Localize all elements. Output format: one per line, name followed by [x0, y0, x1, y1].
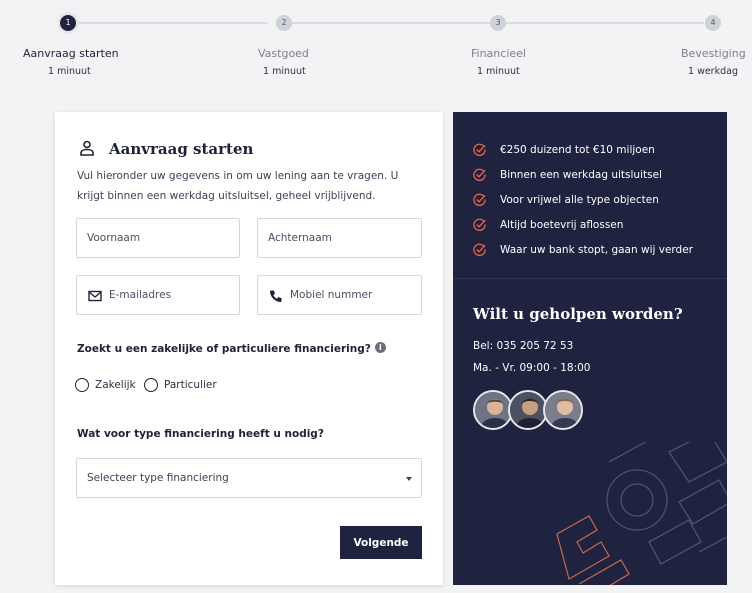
- decorative-logo-pattern: [556, 442, 727, 585]
- contact-phone[interactable]: Bel: 035 205 72 53: [473, 340, 573, 352]
- step-2-duration: 1 minuut: [263, 66, 306, 77]
- financing-question: Zoekt u een zakelijke of particuliere fi…: [77, 342, 386, 355]
- radio-business-label[interactable]: Zakelijk: [95, 379, 136, 391]
- first-name-field[interactable]: [76, 218, 240, 258]
- check-circle-icon: [473, 168, 486, 181]
- chevron-down-icon[interactable]: [406, 477, 412, 481]
- step-2-title: Vastgoed: [258, 47, 309, 60]
- financing-type-select-value[interactable]: Selecteer type financiering: [87, 472, 229, 484]
- usp-item: Binnen een werkdag uitsluitsel: [473, 162, 693, 187]
- step-connector: [76, 22, 268, 24]
- person-icon: [80, 140, 94, 156]
- phone-field[interactable]: [257, 275, 422, 315]
- next-button[interactable]: Volgende: [340, 526, 422, 559]
- usp-item: Altijd boetevrij aflossen: [473, 212, 693, 237]
- application-form-card: Aanvraag starten Vul hieronder uw gegeve…: [55, 112, 443, 585]
- usp-text: €250 duizend tot €10 miljoen: [500, 143, 655, 156]
- usp-text: Waar uw bank stopt, gaan wij verder: [500, 243, 693, 256]
- financing-question-text: Zoekt u een zakelijke of particuliere fi…: [77, 343, 371, 355]
- step-1-title: Aanvraag starten: [23, 47, 119, 60]
- avatar: [543, 390, 583, 430]
- step-1-indicator[interactable]: 1: [60, 15, 76, 31]
- step-1-duration: 1 minuut: [48, 66, 91, 77]
- form-intro-text: Vul hieronder uw gegevens in om uw lenin…: [77, 170, 399, 202]
- first-name-input[interactable]: [77, 219, 239, 257]
- form-title: Aanvraag starten: [109, 140, 254, 158]
- progress-stepper: 1 2 3 4 Aanvraag starten 1 minuut Vastgo…: [0, 0, 752, 90]
- check-circle-icon: [473, 243, 486, 256]
- step-connector: [506, 22, 704, 24]
- avatar: [473, 390, 513, 430]
- check-circle-icon: [473, 193, 486, 206]
- step-3-duration: 1 minuut: [477, 66, 520, 77]
- phone-icon: [270, 290, 282, 302]
- step-4-indicator[interactable]: 4: [705, 15, 721, 31]
- panel-divider: [453, 278, 727, 279]
- step-3-indicator[interactable]: 3: [490, 15, 506, 31]
- usp-item: Voor vrijwel alle type objecten: [473, 187, 693, 212]
- mail-icon: [88, 290, 102, 302]
- last-name-input[interactable]: [258, 219, 421, 257]
- usp-text: Binnen een werkdag uitsluitsel: [500, 168, 662, 181]
- financing-type-select[interactable]: Selecteer type financiering: [76, 458, 422, 498]
- step-3-title: Financieel: [471, 47, 526, 60]
- step-2-indicator[interactable]: 2: [276, 15, 292, 31]
- email-field[interactable]: [76, 275, 240, 315]
- check-circle-icon: [473, 143, 486, 156]
- check-circle-icon: [473, 218, 486, 231]
- opening-hours: Ma. - Vr. 09:00 - 18:00: [473, 362, 591, 374]
- radio-business[interactable]: Zakelijk: [75, 378, 136, 392]
- info-icon[interactable]: i: [374, 342, 386, 353]
- financing-type-question: Wat voor type financiering heeft u nodig…: [77, 428, 324, 440]
- usp-text: Altijd boetevrij aflossen: [500, 218, 624, 231]
- radio-business-circle[interactable]: [75, 378, 89, 392]
- usp-item: Waar uw bank stopt, gaan wij verder: [473, 237, 693, 262]
- help-title: Wilt u geholpen worden?: [473, 305, 683, 323]
- radio-private-circle[interactable]: [144, 378, 158, 392]
- step-connector: [292, 22, 490, 24]
- step-4-title: Bevestiging: [681, 47, 746, 60]
- avatar: [508, 390, 548, 430]
- last-name-field[interactable]: [257, 218, 422, 258]
- radio-private[interactable]: Particulier: [144, 378, 217, 392]
- usp-item: €250 duizend tot €10 miljoen: [473, 137, 693, 162]
- usp-text: Voor vrijwel alle type objecten: [500, 193, 659, 206]
- radio-private-label[interactable]: Particulier: [164, 379, 217, 391]
- step-4-duration: 1 werkdag: [688, 66, 738, 77]
- info-panel: €250 duizend tot €10 miljoen Binnen een …: [453, 112, 727, 585]
- usp-list: €250 duizend tot €10 miljoen Binnen een …: [473, 137, 693, 262]
